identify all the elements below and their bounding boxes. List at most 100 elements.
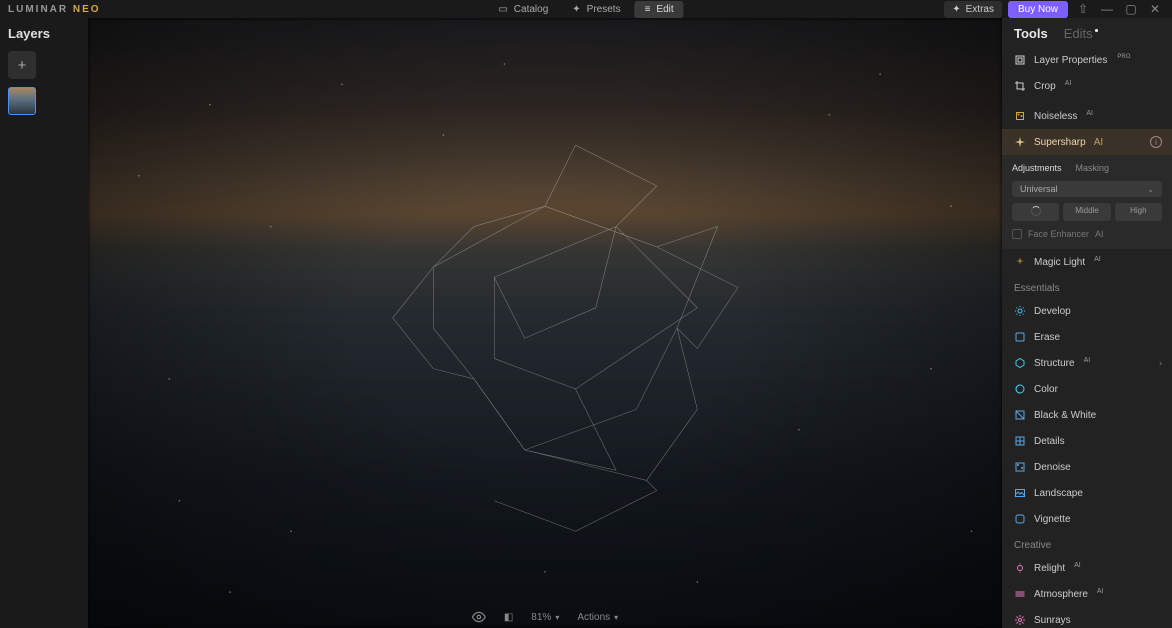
tool-sunrays[interactable]: Sunrays bbox=[1002, 607, 1172, 628]
tool-vignette[interactable]: Vignette bbox=[1002, 506, 1172, 532]
tool-structure[interactable]: Structure AI › bbox=[1002, 350, 1172, 376]
app-logo: LUMINAR NEO bbox=[8, 4, 101, 15]
logo-sub: NEO bbox=[73, 4, 101, 15]
subtab-adjustments[interactable]: Adjustments bbox=[1012, 163, 1062, 173]
color-icon bbox=[1014, 383, 1026, 395]
denoise-label: Denoise bbox=[1034, 462, 1071, 473]
tab-edit[interactable]: ≡ Edit bbox=[635, 1, 684, 18]
ai-badge: AI bbox=[1086, 110, 1093, 117]
ai-badge: AI bbox=[1097, 588, 1104, 595]
face-enhancer-row[interactable]: Face Enhancer AI bbox=[1012, 229, 1162, 239]
color-label: Color bbox=[1034, 384, 1058, 395]
compare-button[interactable]: ◧ bbox=[504, 612, 513, 623]
close-button[interactable]: ✕ bbox=[1146, 0, 1164, 18]
tool-black-white[interactable]: Black & White bbox=[1002, 402, 1172, 428]
canvas[interactable]: ◧ 81% ▾ Actions ▾ bbox=[88, 18, 1002, 628]
edits-indicator-dot bbox=[1095, 29, 1098, 32]
layer-thumbnail[interactable] bbox=[8, 87, 36, 115]
chevron-down-icon: ⌄ bbox=[1147, 185, 1154, 194]
sunrays-label: Sunrays bbox=[1034, 615, 1071, 626]
folder-icon: ▭ bbox=[498, 4, 507, 15]
atmosphere-icon bbox=[1014, 588, 1026, 600]
tool-color[interactable]: Color bbox=[1002, 376, 1172, 402]
face-enhancer-label: Face Enhancer bbox=[1028, 229, 1089, 239]
tool-supersharp-expanded: Supersharp AI i Adjustments Masking Univ… bbox=[1002, 129, 1172, 249]
relight-icon bbox=[1014, 562, 1026, 574]
tab-catalog[interactable]: ▭ Catalog bbox=[488, 1, 558, 18]
logo-main: LUMINAR bbox=[8, 4, 68, 15]
minimize-button[interactable]: — bbox=[1098, 0, 1116, 18]
chevron-down-icon: ▾ bbox=[614, 613, 618, 622]
layer-properties-icon bbox=[1014, 54, 1026, 66]
actions-menu[interactable]: Actions ▾ bbox=[577, 612, 618, 623]
tool-denoise[interactable]: Denoise bbox=[1002, 454, 1172, 480]
section-creative: Creative bbox=[1002, 532, 1172, 555]
share-button[interactable]: ⇧ bbox=[1074, 0, 1092, 18]
landscape-label: Landscape bbox=[1034, 488, 1083, 499]
atmosphere-label: Atmosphere bbox=[1034, 589, 1088, 600]
toggle-visibility-button[interactable] bbox=[472, 610, 486, 624]
tool-supersharp-header[interactable]: Supersharp AI i bbox=[1002, 129, 1172, 155]
tool-landscape[interactable]: Landscape bbox=[1002, 480, 1172, 506]
tool-details[interactable]: Details bbox=[1002, 428, 1172, 454]
tool-atmosphere[interactable]: Atmosphere AI bbox=[1002, 581, 1172, 607]
tool-relight[interactable]: Relight AI bbox=[1002, 555, 1172, 581]
tool-crop[interactable]: Crop AI bbox=[1002, 73, 1172, 99]
layers-title: Layers bbox=[8, 26, 80, 41]
bw-label: Black & White bbox=[1034, 410, 1096, 421]
ai-badge: AI bbox=[1095, 229, 1104, 239]
title-bar: LUMINAR NEO ▭ Catalog ✦ Presets ≡ Edit ✦… bbox=[0, 0, 1172, 18]
tool-erase[interactable]: Erase bbox=[1002, 324, 1172, 350]
strength-high-button[interactable]: High bbox=[1115, 203, 1162, 221]
chevron-down-icon: ▾ bbox=[555, 613, 559, 622]
pro-badge: PRO bbox=[1117, 54, 1130, 60]
magic-light-label: Magic Light bbox=[1034, 257, 1085, 268]
develop-label: Develop bbox=[1034, 306, 1071, 317]
tool-noiseless[interactable]: Noiseless AI bbox=[1002, 103, 1172, 129]
panel-tabs: Tools Edits bbox=[1002, 18, 1172, 47]
chevron-right-icon: › bbox=[1159, 358, 1162, 368]
erase-label: Erase bbox=[1034, 332, 1060, 343]
tool-magic-light[interactable]: Magic Light AI bbox=[1002, 249, 1172, 275]
supersharp-mode-dropdown[interactable]: Universal ⌄ bbox=[1012, 181, 1162, 197]
tool-develop[interactable]: Develop bbox=[1002, 298, 1172, 324]
magic-light-icon bbox=[1014, 256, 1026, 268]
crop-label: Crop bbox=[1034, 81, 1056, 92]
strength-buttons: Middle High bbox=[1012, 203, 1162, 221]
add-layer-button[interactable]: + bbox=[8, 51, 36, 79]
ai-badge: AI bbox=[1065, 80, 1072, 87]
sparkle-icon: ✦ bbox=[572, 4, 580, 15]
extras-label: Extras bbox=[966, 4, 994, 15]
main-layout: Layers + bbox=[0, 18, 1172, 628]
tab-tools[interactable]: Tools bbox=[1014, 26, 1048, 41]
ai-badge: AI bbox=[1084, 357, 1091, 364]
extras-button[interactable]: ✦ Extras bbox=[944, 1, 1002, 18]
tab-presets[interactable]: ✦ Presets bbox=[562, 1, 630, 18]
mode-value: Universal bbox=[1020, 184, 1058, 194]
bw-icon bbox=[1014, 409, 1026, 421]
face-enhancer-checkbox[interactable] bbox=[1012, 229, 1022, 239]
details-icon bbox=[1014, 435, 1026, 447]
tool-layer-properties[interactable]: Layer Properties PRO bbox=[1002, 47, 1172, 73]
subtab-masking[interactable]: Masking bbox=[1076, 163, 1110, 173]
sliders-icon: ≡ bbox=[645, 4, 651, 15]
noiseless-icon bbox=[1014, 110, 1026, 122]
strength-middle-button[interactable]: Middle bbox=[1063, 203, 1110, 221]
details-label: Details bbox=[1034, 436, 1065, 447]
maximize-button[interactable]: ▢ bbox=[1122, 0, 1140, 18]
strength-low-button[interactable] bbox=[1012, 203, 1059, 221]
ai-badge: AI bbox=[1074, 562, 1081, 569]
noiseless-label: Noiseless bbox=[1034, 111, 1077, 122]
tab-presets-label: Presets bbox=[587, 4, 621, 15]
zoom-level[interactable]: 81% ▾ bbox=[531, 612, 559, 623]
buy-now-button[interactable]: Buy Now bbox=[1008, 1, 1068, 18]
section-essentials: Essentials bbox=[1002, 275, 1172, 298]
relight-label: Relight bbox=[1034, 563, 1065, 574]
spinner-icon bbox=[1031, 206, 1041, 216]
layer-properties-label: Layer Properties bbox=[1034, 55, 1107, 66]
top-right-controls: ✦ Extras Buy Now ⇧ — ▢ ✕ bbox=[944, 0, 1164, 18]
tab-edits[interactable]: Edits bbox=[1064, 26, 1098, 41]
info-icon[interactable]: i bbox=[1150, 136, 1162, 148]
sunrays-icon bbox=[1014, 614, 1026, 626]
plugin-icon: ✦ bbox=[952, 4, 960, 15]
